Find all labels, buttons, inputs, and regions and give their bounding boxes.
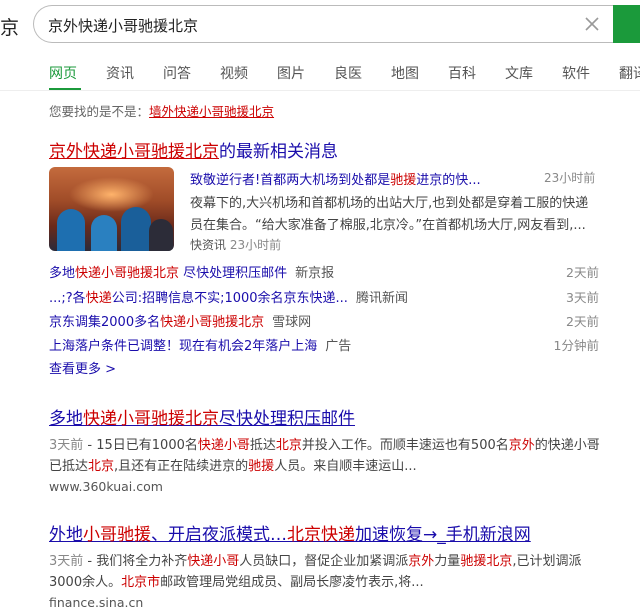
tab-baike[interactable]: 百科 xyxy=(448,63,476,83)
tab-web[interactable]: 网页 xyxy=(49,63,77,83)
lead-title-b[interactable]: 驰援 xyxy=(390,173,416,188)
thumbnail-figure xyxy=(121,207,151,251)
ad-row-time: 1分钟前 xyxy=(553,338,599,353)
news-row[interactable]: 京东调集2000多名快递小哥驰援北京 雪球网 2天前 xyxy=(49,311,599,330)
ad-row[interactable]: 上海落户条件已调整！现在有机会2年落户上海 广告 1分钟前 xyxy=(49,335,599,354)
news-block-title[interactable]: 京外快递小哥驰援北京的最新相关消息 xyxy=(49,137,338,162)
lead-news-snippet-line: 夜幕下的,大兴机场和首都机场的出站大厅,也到处都是穿着工服的快递 xyxy=(190,196,589,211)
lead-news-snippet-line: 员在集合。“给大家准备了棉服,北京冷。”在首都机场大厅,网友看到,... xyxy=(190,218,586,233)
did-you-mean-label: 您要找的是不是： xyxy=(49,104,150,119)
news-row-time: 3天前 xyxy=(566,290,599,305)
clear-icon[interactable] xyxy=(583,15,601,33)
tab-images[interactable]: 图片 xyxy=(277,63,305,83)
tab-bar: 网页 资讯 问答 视频 图片 良医 地图 百科 文库 软件 翻译 xyxy=(0,63,640,89)
lead-source-time: 23小时前 xyxy=(229,238,282,252)
tab-health[interactable]: 良医 xyxy=(334,63,362,83)
lead-news-time: 23小时前 xyxy=(544,171,596,185)
lead-title-c[interactable]: 进京的快... xyxy=(416,173,480,188)
tab-wenku[interactable]: 文库 xyxy=(505,63,533,83)
news-row-title[interactable]: 多地快递小哥驰援北京 尽快处理积压邮件 xyxy=(49,266,287,281)
result-title[interactable]: 外地小哥驰援、开启夜派模式…北京快递加速恢复→_手机新浪网 xyxy=(49,520,531,545)
news-title-suffix[interactable]: 的最新相关消息 xyxy=(219,142,338,162)
tab-news[interactable]: 资讯 xyxy=(106,63,134,83)
result-url[interactable]: finance.sina.cn xyxy=(49,595,143,610)
did-you-mean: 您要找的是不是：墙外快递小哥驰援北京 xyxy=(49,101,274,120)
search-button[interactable] xyxy=(613,5,640,43)
result-title[interactable]: 多地快递小哥驰援北京尽快处理积压邮件 xyxy=(49,404,355,429)
tab-maps[interactable]: 地图 xyxy=(391,63,419,83)
news-row[interactable]: 多地快递小哥驰援北京 尽快处理积压邮件 新京报 2天前 xyxy=(49,262,599,281)
lead-source-name: 快资讯 xyxy=(190,238,227,252)
ad-row-title[interactable]: 上海落户条件已调整！现在有机会2年落户上海 xyxy=(49,339,317,354)
tab-translate[interactable]: 翻译 xyxy=(619,63,640,83)
lead-title-a[interactable]: 致敬逆行者!首都两大机场到处都是 xyxy=(190,173,390,188)
tab-qa[interactable]: 问答 xyxy=(163,63,191,83)
lead-news-source: 快资讯 23小时前 xyxy=(190,236,281,253)
news-row-source: 腾讯新闻 xyxy=(355,291,408,306)
news-row-source: 新京报 xyxy=(295,266,335,281)
news-row-title[interactable]: ...;?各快递公司:招聘信息不实;1000余名京东快递... xyxy=(49,291,348,306)
news-row-title[interactable]: 京东调集2000多名快递小哥驰援北京 xyxy=(49,315,264,330)
see-more-link[interactable]: 查看更多 > xyxy=(49,358,116,377)
tab-software[interactable]: 软件 xyxy=(562,63,590,83)
thumbnail-figure xyxy=(149,219,173,251)
thumbnail-figure xyxy=(91,215,117,251)
news-row[interactable]: ...;?各快递公司:招聘信息不实;1000余名京东快递... 腾讯新闻 3天前 xyxy=(49,287,599,306)
did-you-mean-link[interactable]: 墙外快递小哥驰援北京 xyxy=(149,104,274,119)
news-row-time: 2天前 xyxy=(566,314,599,329)
lead-news-title[interactable]: 致敬逆行者!首都两大机场到处都是驰援进京的快... xyxy=(190,169,481,188)
result-url[interactable]: www.360kuai.com xyxy=(49,479,163,494)
header-divider xyxy=(0,90,640,91)
thumbnail-figure xyxy=(57,209,85,251)
result-snippet-line: 已抵达北京,且还有正在陆续进京的驰援人员。来自顺丰速运山... xyxy=(49,459,417,474)
result-snippet-line: 3000余人。北京市邮政管理局党组成员、副局长廖凌竹表示,将... xyxy=(49,575,424,590)
tab-video[interactable]: 视频 xyxy=(220,63,248,83)
search-box[interactable]: 京外快递小哥驰援北京 xyxy=(33,5,613,43)
result-snippet-line: 3天前 - 我们将全力补齐快递小哥人员缺口，督促企业加紧调派京外力量驰援北京,已… xyxy=(49,554,582,569)
thumbnail-light xyxy=(69,177,154,212)
news-thumbnail[interactable] xyxy=(49,167,174,251)
result-snippet-line: 3天前 - 15日已有1000名快递小哥抵达北京并投入工作。而顺丰速运也有500… xyxy=(49,438,600,453)
logo-fragment[interactable]: 京 xyxy=(0,13,19,40)
search-input[interactable]: 京外快递小哥驰援北京 xyxy=(48,15,198,36)
ad-label: 广告 xyxy=(325,339,352,354)
news-title-highlight[interactable]: 京外快递小哥驰援北京 xyxy=(49,142,219,162)
news-row-source: 雪球网 xyxy=(272,315,312,330)
news-row-time: 2天前 xyxy=(566,265,599,280)
